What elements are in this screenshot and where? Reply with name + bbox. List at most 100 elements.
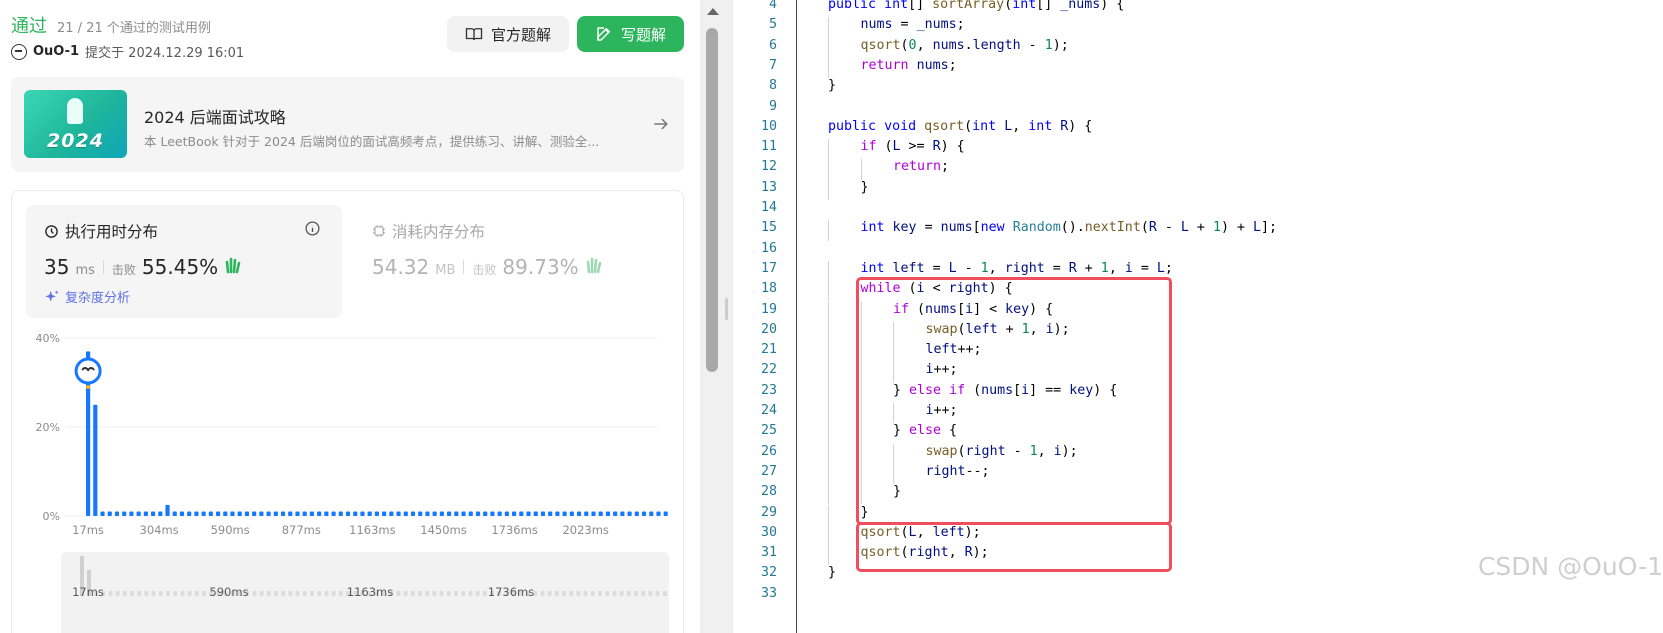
chart-bar (548, 511, 553, 516)
chart-bar (259, 511, 264, 516)
indent-guide (828, 281, 829, 302)
indent-guide (828, 545, 829, 566)
code-line: int key = nums[new Random().nextInt(R - … (860, 220, 1278, 236)
mini-bar (619, 591, 624, 596)
x-tick-label: 304ms (140, 523, 179, 537)
line-number: 9 (768, 98, 777, 114)
chart-bar (172, 511, 177, 516)
chart-bar (201, 511, 206, 516)
line-number: 16 (760, 240, 777, 256)
mini-bar (331, 591, 336, 596)
line-number: 10 (760, 118, 777, 134)
indent-guide (828, 524, 829, 546)
mini-bar (310, 591, 314, 596)
mini-bar (590, 591, 595, 596)
mini-bar (115, 591, 120, 596)
line-number: 17 (760, 260, 777, 276)
mini-bar (108, 591, 113, 596)
indent-guide (828, 423, 829, 444)
submission-result-panel: 通过 21 / 21 个通过的测试用例 OuO-1 提交于 2024.12.29… (0, 0, 700, 633)
mini-bar (482, 591, 487, 596)
chart-bar (266, 511, 271, 516)
indent-guide (828, 362, 829, 383)
chart-bar (497, 511, 502, 516)
mini-bar (252, 591, 257, 596)
mini-tick-label: 1736ms (488, 585, 534, 599)
line-number: 27 (760, 463, 777, 479)
chart-bar (468, 511, 473, 516)
chart-bar (374, 511, 379, 516)
mini-bar (194, 591, 199, 596)
line-number: 8 (768, 78, 777, 94)
mini-bar (180, 591, 185, 596)
x-tick-label: 590ms (211, 523, 250, 537)
mini-bar (540, 591, 545, 596)
indent-guide (860, 159, 862, 180)
line-number: 13 (760, 179, 777, 195)
mini-bar (612, 591, 617, 596)
mini-bar (151, 591, 156, 596)
mini-bar (274, 591, 278, 596)
mini-bar (554, 591, 559, 596)
mini-bar (461, 591, 466, 596)
chart-bar (663, 511, 668, 516)
code-line: if (L >= R) { (860, 139, 965, 155)
mini-bar (598, 591, 602, 596)
chart-bar (273, 511, 278, 516)
code-editor[interactable]: 4 public int[] sortArray(int[] _nums) {5 n… (733, 0, 1663, 633)
mini-tick-label: 590ms (209, 585, 248, 599)
indent-guide (828, 484, 829, 505)
chart-bar (389, 511, 394, 516)
indent-guide (828, 443, 829, 464)
line-number: 19 (760, 301, 777, 317)
chart-bar (194, 511, 199, 516)
indent-guide (828, 504, 829, 525)
chart-bar (230, 511, 235, 516)
indent-guide (828, 382, 829, 403)
chart-bar (114, 511, 120, 516)
chart-bar (179, 511, 185, 516)
chart-bar (483, 511, 488, 516)
code-line: public int[] sortArray(int[] _nums) { (828, 0, 1125, 12)
chart-bar (454, 511, 459, 516)
chart-bar (533, 511, 538, 516)
chart-bar (360, 511, 365, 516)
chart-bar (353, 511, 358, 516)
chart-bar (100, 511, 105, 516)
mini-bar (662, 591, 667, 596)
x-tick-label: 1163ms (349, 523, 395, 537)
chart-bar (620, 511, 625, 516)
chart-bar (403, 511, 408, 516)
mini-bar (338, 591, 343, 596)
panel-resize-handle[interactable] (725, 298, 728, 320)
mini-bar (468, 591, 473, 596)
chart-bar (649, 511, 654, 516)
mini-bar (634, 591, 638, 596)
code-line: } (828, 78, 837, 94)
scroll-up-arrow[interactable] (707, 8, 719, 15)
chart-bar (150, 511, 156, 516)
line-number: 4 (768, 0, 777, 12)
chart-bar (591, 511, 596, 516)
mini-bar (425, 591, 430, 596)
line-number: 5 (768, 17, 777, 33)
chart-bar (598, 511, 603, 516)
chart-bar (93, 404, 98, 516)
mini-bar (122, 591, 127, 596)
scrollbar-thumb[interactable] (706, 28, 718, 372)
line-number: 22 (760, 362, 777, 378)
line-number: 33 (760, 585, 777, 601)
indent-guide (828, 159, 829, 180)
runtime-distribution-chart: 40% 20% 0% 17ms 304ms 590ms 877ms 1163ms 1450ms 1… (36, 332, 668, 599)
chart-bar (641, 511, 647, 516)
mini-bar (166, 591, 170, 596)
indent-guide (828, 139, 829, 160)
mini-bar (144, 591, 149, 596)
line-number: 12 (760, 159, 777, 175)
mini-bar (266, 591, 271, 596)
line-number: 28 (760, 484, 777, 500)
left-panel-scrollbar[interactable] (703, 0, 721, 633)
chart-bar (309, 511, 315, 516)
code-line: } (828, 565, 837, 581)
chart-bar (425, 511, 430, 516)
